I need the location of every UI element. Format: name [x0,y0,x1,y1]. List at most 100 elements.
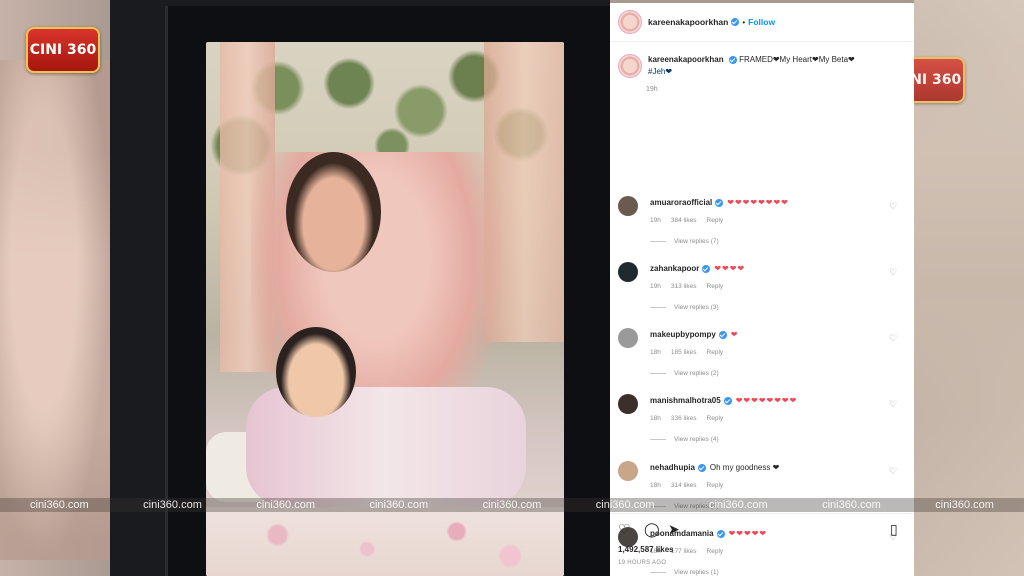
comment-likes[interactable]: 314 likes [671,482,697,489]
comment-meta: 18h 185 likes Reply [650,349,890,356]
watermark-text: cini360.com [595,499,655,511]
comment-body: zahankapoor ❤❤❤❤ 19h 313 likes Reply View rep… [650,264,890,311]
comment-line: zahankapoor ❤❤❤❤ [650,264,890,273]
watermark-text: cini360.com [935,499,994,511]
comment-username[interactable]: nehadhupia [650,463,695,472]
post-time: 19 HOURS AGO [618,560,667,566]
photo-petals [206,507,564,576]
caption: kareenakapoorkhan FRAMED❤My Heart❤My Bet… [610,42,914,78]
view-replies-button[interactable]: View replies (3) [650,304,890,311]
comment-avatar[interactable] [618,196,638,216]
heart-outline-icon[interactable]: ♡ [889,467,898,476]
comment-body: manishmalhotra05 ❤❤❤❤❤❤❤❤ 18h 336 likes Repl… [650,396,890,443]
avatar[interactable] [618,10,642,34]
post-username[interactable]: kareenakapoorkhan [648,17,728,27]
comment-meta: 18h 336 likes Reply [650,415,890,422]
comment-likes[interactable]: 313 likes [671,283,697,290]
comment-icon[interactable]: ◯ [644,522,660,536]
heart-outline-icon[interactable]: ♡ [889,334,898,343]
heart-outline-icon[interactable]: ♡ [889,202,898,211]
view-replies-button[interactable]: View replies (4) [650,436,890,443]
share-icon[interactable]: ➤ [668,522,680,536]
verified-icon [731,18,740,26]
photo-woman-head [286,152,381,272]
comment-text: ❤ [730,330,739,339]
comment-text: ❤❤❤❤❤❤❤❤ [727,198,789,207]
verified-icon [715,198,724,207]
watermark-text: cini360.com [369,499,429,511]
watermark-text: cini360.com [256,499,316,511]
heart-outline-icon[interactable]: ♡ [889,268,898,277]
comment-likes[interactable]: 384 likes [671,217,697,224]
view-replies-button[interactable]: View replies (7) [650,238,890,245]
comment-meta: 19h 384 likes Reply [650,217,890,224]
caption-avatar[interactable] [618,54,642,78]
comment-username[interactable]: makeupbypompy [650,330,716,339]
caption-body: FRAMED❤My Heart❤My Beta❤ [739,55,855,64]
comment-avatar[interactable] [618,262,638,282]
caption-username[interactable]: kareenakapoorkhan [648,55,724,64]
comment-meta: 18h 314 likes Reply [650,482,890,489]
comment-text: Oh my goodness ❤ [709,463,780,472]
comment-line: amuaroraofficial ❤❤❤❤❤❤❤❤ [650,198,890,207]
caption-hashtag[interactable]: #Jeh❤ [648,67,672,76]
bookmark-icon[interactable]: ▯ [890,522,898,536]
comment-time: 18h [650,482,661,489]
reply-button[interactable]: Reply [707,217,724,224]
comment-likes[interactable]: 336 likes [671,415,697,422]
watermark-text: cini360.com [143,499,202,511]
post-actions: ♡ ◯ ➤ ▯ [610,513,914,544]
follow-button[interactable]: Follow [748,17,775,27]
photo-boy-head [276,327,356,417]
comment-time: 19h [650,283,661,290]
comment-meta: 18h 177 likes Reply [650,548,890,555]
background-left-image [0,60,110,560]
comment-meta: 19h 313 likes Reply [650,283,890,290]
watermark-strip: cini360.com cini360.com cini360.com cini… [0,498,1024,512]
comment-body: amuaroraofficial ❤❤❤❤❤❤❤❤ 19h 384 likes Repl… [650,198,890,245]
verified-icon [728,55,737,64]
comment-time: 18h [650,415,661,422]
comment-time: 18h [650,349,661,356]
caption-text: kareenakapoorkhan FRAMED❤My Heart❤My Bet… [648,54,868,78]
reply-button[interactable]: Reply [707,283,724,290]
verified-icon [702,264,711,273]
likes-count[interactable]: 1,492,587 likes [618,545,674,554]
reply-button[interactable]: Reply [707,349,724,356]
comment-text: ❤❤❤❤❤❤❤❤ [735,396,798,405]
verified-icon [697,463,706,472]
watermark-text: cini360.com [482,499,542,511]
comment-avatar[interactable] [618,461,638,481]
reply-button[interactable]: Reply [707,415,724,422]
comment-username[interactable]: amuaroraofficial [650,198,712,207]
instagram-post-panel: kareenakapoorkhan • Follow kareenakapoor… [610,3,914,576]
watermark-text: cini360.com [30,499,89,511]
post-header: kareenakapoorkhan • Follow [610,3,914,42]
view-replies-button[interactable]: View replies (1) [650,569,890,576]
comment-line: nehadhupia Oh my goodness ❤ [650,463,890,472]
comment-time: 19h [650,217,661,224]
watermark-text: cini360.com [708,499,768,511]
comment-avatar[interactable] [618,328,638,348]
view-replies-button[interactable]: View replies (2) [650,370,890,377]
post-photo[interactable] [206,42,564,576]
verified-icon [723,396,732,405]
heart-outline-icon[interactable]: ♡ [889,400,898,409]
comment-line: manishmalhotra05 ❤❤❤❤❤❤❤❤ [650,396,890,405]
reply-button[interactable]: Reply [707,482,724,489]
comment-likes[interactable]: 185 likes [671,349,697,356]
watermark-text: cini360.com [822,499,881,511]
cini360-logo: CINI 360 [26,27,100,73]
caption-time: 19h [646,86,658,93]
comment-username[interactable]: manishmalhotra05 [650,396,721,405]
reply-button[interactable]: Reply [707,548,724,555]
comment-username[interactable]: zahankapoor [650,264,699,273]
comment-likes[interactable]: 177 likes [671,548,697,555]
comment-body: makeupbypompy ❤ 18h 185 likes Reply View repl… [650,330,890,377]
separator-dot: • [742,17,746,27]
verified-icon [718,330,727,339]
comment-line: makeupbypompy ❤ [650,330,890,339]
comment-avatar[interactable] [618,394,638,414]
heart-outline-icon[interactable]: ♡ [618,522,631,536]
comment-text: ❤❤❤❤ [714,264,746,273]
